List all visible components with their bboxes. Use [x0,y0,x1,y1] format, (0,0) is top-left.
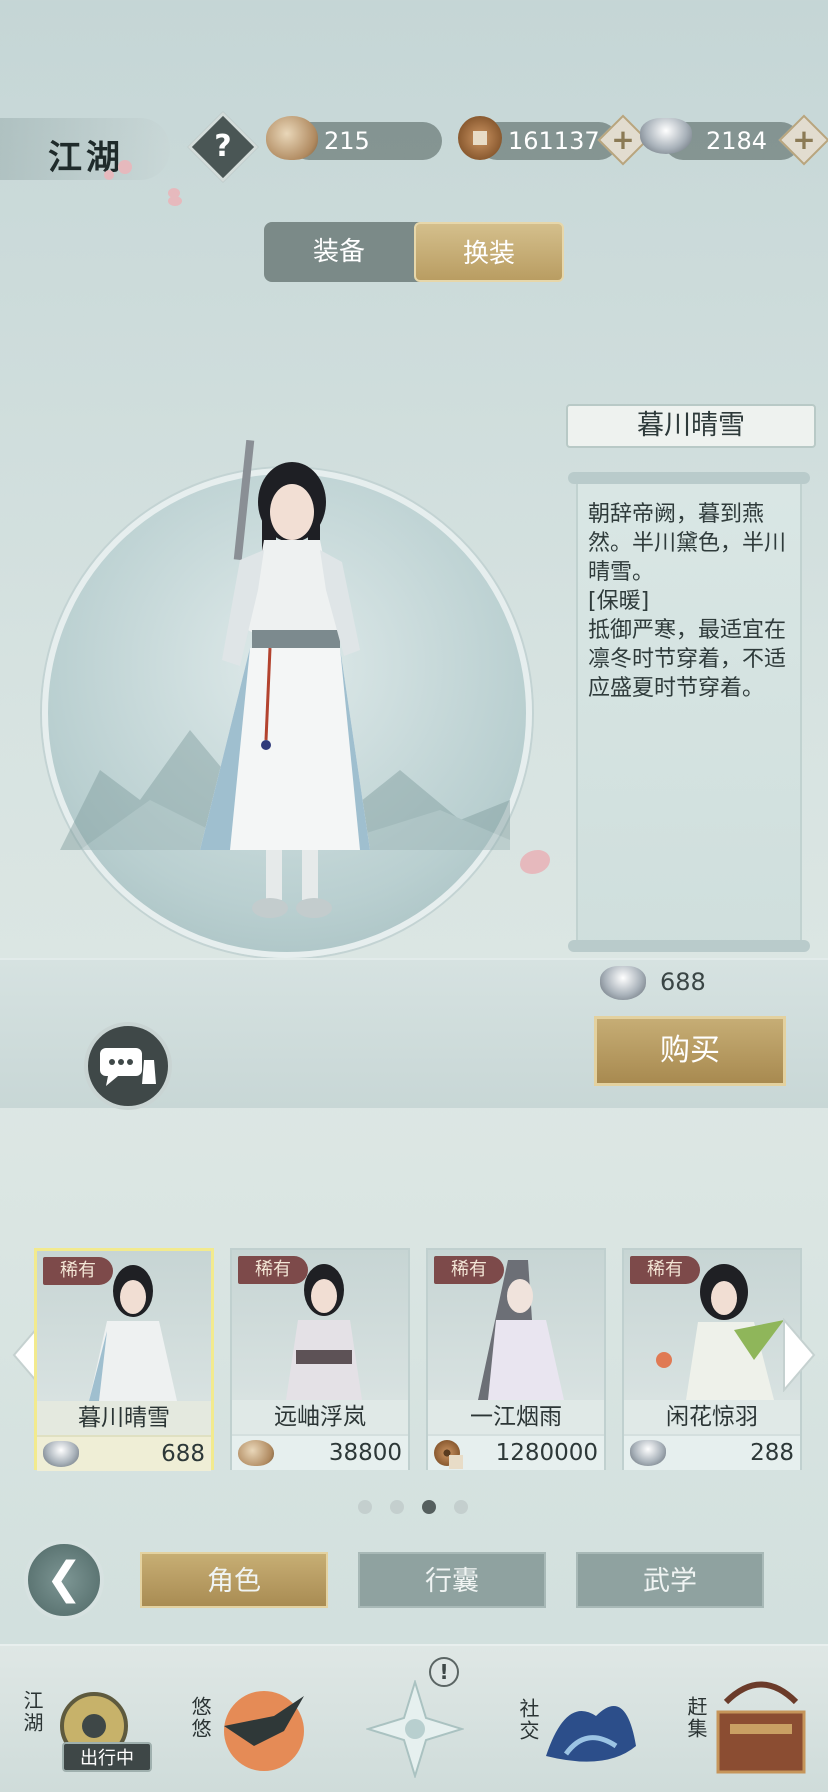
buy-button[interactable]: 购买 [594,1016,786,1086]
outfit-card-price-value: 38800 [328,1440,402,1466]
basket-icon [716,1681,806,1774]
shell-currency-icon [238,1440,274,1466]
outfit-card-price-value: 688 [161,1441,205,1467]
plus-icon: + [611,123,635,156]
outfit-trait-description: 抵御严寒，最适宜在凛冬时节穿着，不适应盛夏时节穿着。 [588,618,787,701]
page-dot[interactable] [358,1500,372,1514]
outfit-card-name: 闲花惊羽 [624,1400,800,1434]
rarity-tag: 稀有 [238,1256,308,1284]
nav-center-emblem[interactable]: ! [360,1646,470,1792]
carousel-right-arrow-icon[interactable] [782,1318,818,1392]
rarity-tag: 稀有 [630,1256,700,1284]
nav-youyou[interactable]: 悠悠 [180,1646,320,1792]
outfit-card-name: 远岫浮岚 [232,1400,408,1434]
outfit-card-name: 一江烟雨 [428,1400,604,1434]
copper-amount: 161137 [508,127,600,155]
plus-icon: + [792,123,816,156]
petal-decoration [168,196,182,206]
copper-coin-icon [458,116,502,160]
shell-amount: 215 [324,127,370,155]
outfit-description-scroll: 朝辞帝阙，暮到燕然。半川黛色，半川晴雪。 [保暖] 抵御严寒，最适宜在凛冬时节穿… [576,484,802,942]
nav-social[interactable]: 社交 [508,1646,648,1792]
outfit-card[interactable]: 稀有 远岫浮岚 38800 [230,1248,410,1470]
star-emblem-icon [366,1680,464,1778]
outfit-description: 朝辞帝阙，暮到燕然。半川黛色，半川晴雪。 [588,502,787,585]
outfit-trait: [保暖] [588,589,650,614]
rarity-tag: 稀有 [434,1256,504,1284]
blossom-decoration [118,160,132,174]
carousel-pagination [358,1500,468,1514]
petal-decoration [520,850,550,874]
nav-label: 江湖 [20,1690,44,1734]
copper-coin-icon [434,1440,463,1469]
nav-label: 悠悠 [188,1696,212,1740]
page-dot[interactable] [454,1500,468,1514]
shell-currency-icon [266,116,318,160]
outfit-card-price-value: 288 [750,1440,794,1466]
nav-market[interactable]: 赶集 [672,1646,822,1792]
tab-inventory[interactable]: 行囊 [358,1552,546,1608]
outfit-name: 暮川晴雪 [566,404,816,448]
scroll-bottom-rod [568,940,810,952]
equip-wardrobe-switch: 装备 换装 [264,222,564,282]
bird-sun-icon [224,1691,304,1771]
page-dot[interactable] [390,1500,404,1514]
outfit-card-price: 1280000 [428,1436,604,1470]
outfit-card-price-value: 1280000 [495,1440,598,1466]
silver-ingot-icon [600,966,646,1000]
blossom-decoration [104,170,114,180]
notice-icon: ! [429,1657,459,1687]
wave-icon [546,1706,636,1762]
tab-character[interactable]: 角色 [140,1552,328,1608]
page-dot-active[interactable] [422,1500,436,1514]
tab-wardrobe[interactable]: 换装 [414,222,564,282]
help-button[interactable]: ? [187,111,259,183]
area-tab-jianghu[interactable]: 江湖 [0,118,170,180]
bottom-nav-bar: 江湖 出行中 悠悠 ! 社交 赶集 [0,1644,828,1792]
back-arrow-icon: ❮ [45,1553,83,1604]
outfit-card[interactable]: 稀有 闲花惊羽 288 [622,1248,802,1470]
notice-mark: ! [439,1660,448,1684]
tab-equipment[interactable]: 装备 [264,222,414,282]
nav-jianghu[interactable]: 江湖 出行中 [14,1646,154,1792]
rarity-tag: 稀有 [43,1257,113,1285]
silver-ingot-icon [630,1440,666,1466]
outfit-card[interactable]: 稀有 暮川晴雪 688 [34,1248,214,1471]
top-resource-bar: 江湖 ? 215 161137 + 2184 + [0,108,828,198]
chat-bubble-icon [100,1048,156,1086]
outfit-card[interactable]: 稀有 一江烟雨 1280000 [426,1248,606,1470]
silver-ingot-icon [640,118,692,154]
outfit-card-price: 38800 [232,1436,408,1470]
outfit-card-price: 288 [624,1436,800,1470]
outfit-price-value: 688 [660,968,706,996]
silver-amount: 2184 [706,127,768,155]
back-button[interactable]: ❮ [24,1540,104,1620]
silver-ingot-icon [43,1441,79,1467]
scroll-top-rod [568,472,810,484]
help-icon: ? [214,129,232,164]
tab-martial-arts[interactable]: 武学 [576,1552,764,1608]
traveling-badge: 出行中 [62,1742,152,1772]
character-model[interactable] [170,440,410,1040]
outfit-card-price: 688 [37,1437,211,1471]
chat-button[interactable] [84,1022,172,1110]
outfit-card-list: 稀有 暮川晴雪 688 稀有 远岫浮岚 38800 稀有 一江烟雨 128000… [34,1248,802,1472]
outfit-card-name: 暮川晴雪 [37,1401,211,1435]
